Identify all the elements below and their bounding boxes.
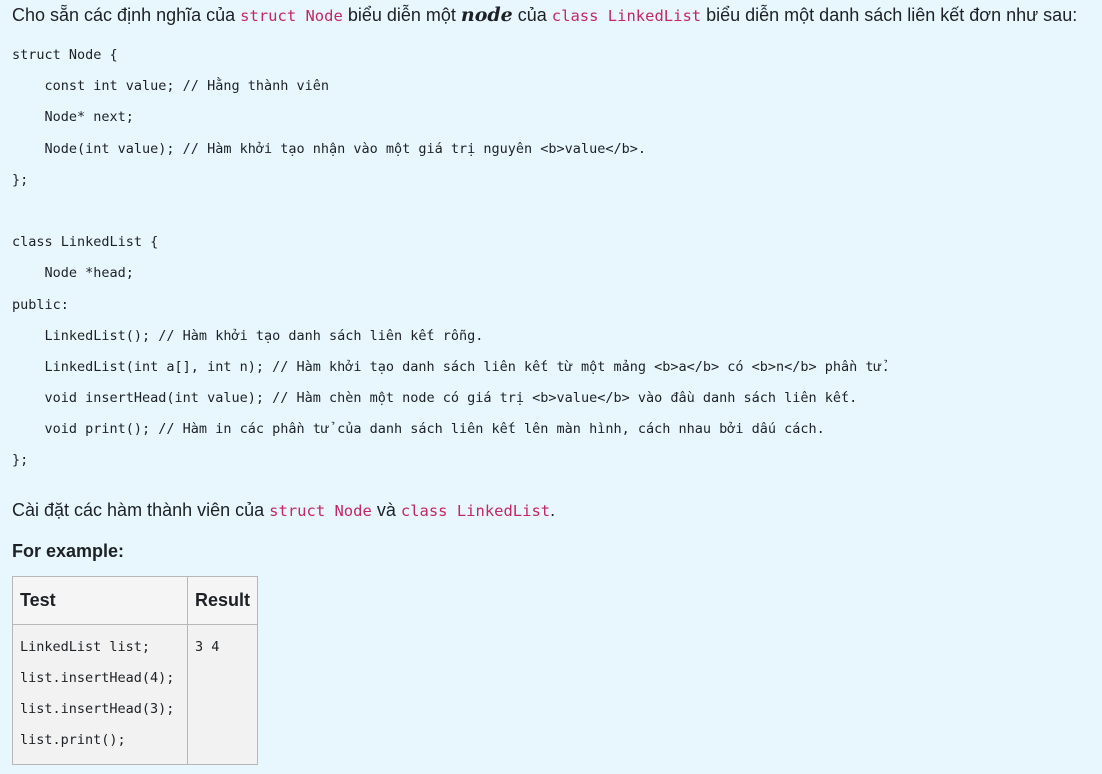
for-example-heading: For example: xyxy=(12,541,125,561)
code-line: }; xyxy=(12,171,29,188)
instruction-prefix: Cài đặt các hàm thành viên của xyxy=(12,500,270,520)
code-line: Node* next; xyxy=(12,109,134,126)
code-line: public: xyxy=(12,296,69,313)
test-code-line: list.print(); xyxy=(20,732,126,748)
intro-emphasis-node: node xyxy=(460,4,513,26)
problem-intro: Cho sẵn các định nghĩa của struct Node b… xyxy=(12,4,1077,27)
code-line: Node *head; xyxy=(12,265,134,282)
test-code-line: list.insertHead(3); xyxy=(20,701,175,717)
intro-suffix: biểu diễn một danh sách liên kết đơn như… xyxy=(701,5,1078,25)
code-line: const int value; // Hằng thành viên xyxy=(12,78,329,95)
instruction-suffix: . xyxy=(550,500,556,520)
result-cell: 3 4 xyxy=(186,624,259,765)
intro-prefix: Cho sẵn các định nghĩa của xyxy=(12,5,241,25)
example-table: Test Result LinkedList list; list.insert… xyxy=(12,576,259,765)
code-line: void print(); // Hàm in các phần tử của … xyxy=(12,421,825,438)
table-row: LinkedList list; list.insertHead(4); lis… xyxy=(12,624,259,765)
column-header-test: Test xyxy=(12,576,188,625)
test-cell: LinkedList list; list.insertHead(4); lis… xyxy=(12,624,188,765)
code-line: LinkedList(int a[], int n); // Hàm khởi … xyxy=(12,358,890,375)
intro-code-struct-node: struct Node xyxy=(240,7,343,25)
code-line: LinkedList(); // Hàm khởi tạo danh sách … xyxy=(12,327,484,344)
code-definition-block: struct Node { const int value; // Hằng t… xyxy=(12,40,890,477)
code-line: }; xyxy=(12,452,29,469)
column-header-result: Result xyxy=(186,576,259,625)
intro-mid2: của xyxy=(512,5,552,25)
example-table-header-row: Test Result xyxy=(12,576,259,625)
result-value: 3 4 xyxy=(195,639,220,655)
intro-mid1: biểu diễn một xyxy=(342,5,461,25)
instruction-code-class-linkedlist: class LinkedList xyxy=(400,502,551,520)
intro-code-class-linkedlist: class LinkedList xyxy=(551,7,702,25)
code-line: Node(int value); // Hàm khởi tạo nhận và… xyxy=(12,140,646,157)
test-code-line: LinkedList list; xyxy=(20,639,151,655)
code-line: void insertHead(int value); // Hàm chèn … xyxy=(12,390,858,407)
instruction-mid: và xyxy=(371,500,401,520)
test-code-line: list.insertHead(4); xyxy=(20,670,175,686)
instruction-code-struct-node: struct Node xyxy=(269,502,372,520)
task-instruction: Cài đặt các hàm thành viên của struct No… xyxy=(12,499,555,522)
code-line: class LinkedList { xyxy=(12,234,159,251)
code-line: struct Node { xyxy=(12,47,118,63)
